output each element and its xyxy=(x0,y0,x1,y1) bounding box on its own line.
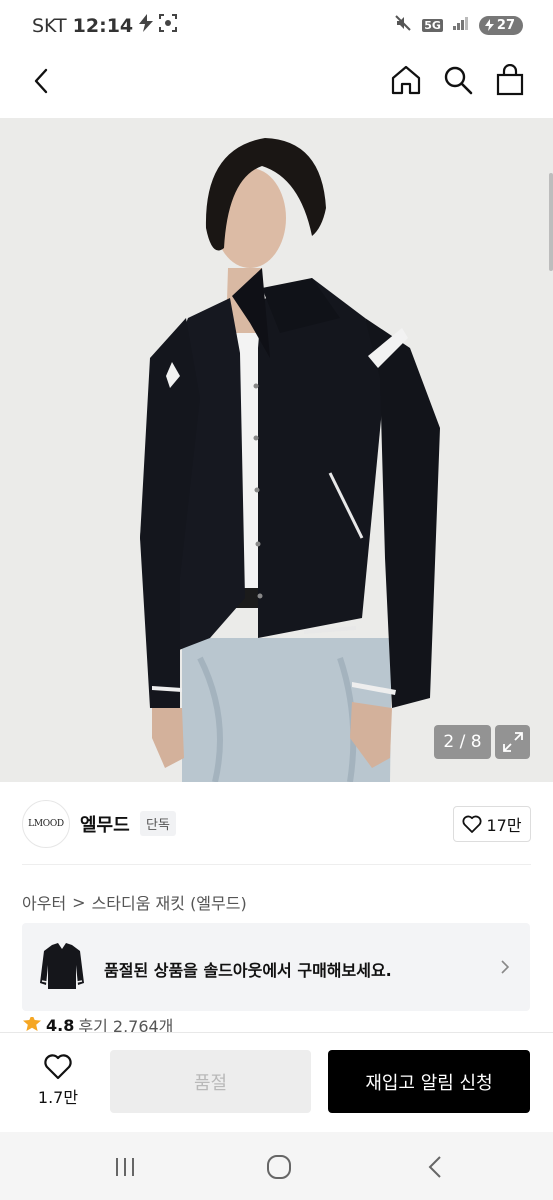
recent-apps-button[interactable] xyxy=(108,1150,142,1184)
battery-indicator: 27 xyxy=(478,15,523,35)
product-photo xyxy=(0,118,553,782)
soldout-button: 품절 xyxy=(110,1050,311,1113)
bottom-action-bar: 1.7만 품절 재입고 알림 신청 xyxy=(0,1032,553,1133)
brand-like-count: 17만 xyxy=(486,816,522,835)
back-arrow-icon xyxy=(34,68,48,94)
home-icon xyxy=(391,65,421,95)
breadcrumb: 아우터 > 스타디움 재킷 (엘무드) xyxy=(22,890,247,914)
brand-name[interactable]: 엘무드 xyxy=(80,811,130,837)
system-nav-bar xyxy=(0,1132,553,1200)
scroll-indicator[interactable] xyxy=(549,173,553,271)
rating-row[interactable]: 4.8 후기 2,764개 xyxy=(22,1017,173,1033)
screenshot-icon xyxy=(159,14,178,37)
network-label: 5G xyxy=(422,18,443,32)
review-count: 후기 2,764개 xyxy=(78,1017,174,1033)
heart-icon xyxy=(44,1054,72,1080)
wishlist-button[interactable]: 1.7만 xyxy=(30,1053,86,1108)
battery-level: 27 xyxy=(496,17,515,33)
brand-logo[interactable]: LMOOD xyxy=(22,800,70,848)
restock-alert-button[interactable]: 재입고 알림 신청 xyxy=(328,1050,530,1113)
image-counter: 2 / 8 xyxy=(434,725,491,759)
exclusive-badge: 단독 xyxy=(140,811,176,836)
soldout-banner-text: 품절된 상품을 솔드아웃에서 구매해보세요. xyxy=(104,961,392,980)
search-icon xyxy=(444,66,473,95)
breadcrumb-category[interactable]: 아우터 xyxy=(22,890,66,914)
back-button[interactable] xyxy=(26,66,56,96)
jacket-thumbnail-image xyxy=(40,943,84,989)
top-nav xyxy=(0,52,553,118)
search-button[interactable] xyxy=(440,62,476,98)
heart-icon xyxy=(462,815,482,833)
brand-row: LMOOD 엘무드 단독 17만 xyxy=(0,782,553,864)
clock: 12:14 xyxy=(72,14,134,37)
rating-score: 4.8 xyxy=(46,1017,75,1033)
soldout-banner[interactable]: 품절된 상품을 솔드아웃에서 구매해보세요. xyxy=(22,923,530,1011)
divider xyxy=(22,864,531,865)
mute-icon xyxy=(394,14,412,36)
carrier-label: SKT xyxy=(32,14,67,37)
cart-button[interactable] xyxy=(492,62,528,98)
shopping-bag-icon xyxy=(496,64,524,96)
status-right: 5G 27 xyxy=(394,14,523,36)
breadcrumb-product[interactable]: 스타디움 재킷 (엘무드) xyxy=(92,890,247,914)
chevron-right-icon xyxy=(500,959,510,979)
back-nav-button[interactable] xyxy=(418,1150,452,1184)
product-thumbnail xyxy=(38,939,86,995)
brand-like-button[interactable]: 17만 xyxy=(453,806,531,842)
recent-apps-icon xyxy=(116,1158,134,1176)
signal-icon xyxy=(452,16,469,34)
flash-icon xyxy=(139,14,154,37)
home-button[interactable] xyxy=(388,62,424,98)
expand-icon xyxy=(502,732,523,752)
breadcrumb-separator: > xyxy=(72,892,86,912)
star-icon xyxy=(22,1017,42,1033)
home-nav-button[interactable] xyxy=(262,1150,296,1184)
status-left: SKT 12:14 xyxy=(32,14,178,37)
expand-image-button[interactable] xyxy=(495,725,530,759)
home-circle-icon xyxy=(267,1155,291,1179)
back-chevron-icon xyxy=(428,1156,441,1178)
wishlist-count: 1.7만 xyxy=(37,1088,79,1107)
status-bar: SKT 12:14 5G 27 xyxy=(0,0,553,52)
product-image[interactable] xyxy=(0,118,553,782)
